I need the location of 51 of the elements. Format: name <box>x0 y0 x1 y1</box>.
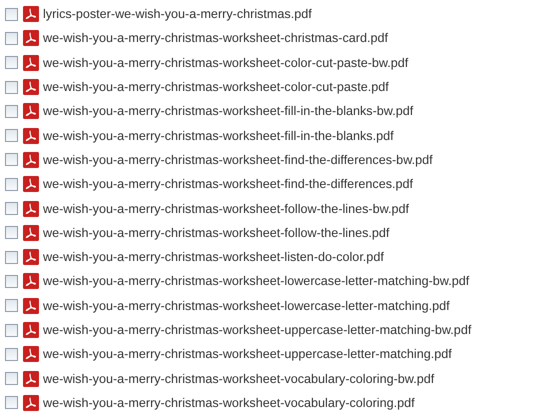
file-name[interactable]: we-wish-you-a-merry-christmas-worksheet-follow-the-lines-bw.pdf <box>43 202 410 216</box>
pdf-file-icon <box>23 176 39 192</box>
file-name[interactable]: we-wish-you-a-merry-christmas-worksheet-fill-in-the-blanks.pdf <box>43 128 394 143</box>
file-name[interactable]: we-wish-you-a-merry-christmas-worksheet-lowercase-letter-matching-bw.pdf <box>43 274 470 288</box>
checkbox[interactable] <box>5 274 18 288</box>
pdf-file-icon <box>23 322 39 338</box>
file-name[interactable]: we-wish-you-a-merry-christmas-worksheet-christmas-card.pdf <box>43 31 388 46</box>
file-name[interactable]: we-wish-you-a-merry-christmas-worksheet-fill-in-the-blanks-bw.pdf <box>43 104 414 118</box>
pdf-file-icon <box>23 103 39 120</box>
file-name[interactable]: we-wish-you-a-merry-christmas-worksheet-vocabulary-coloring.pdf <box>43 396 415 410</box>
pdf-file-icon <box>23 394 39 411</box>
checkbox[interactable] <box>5 80 18 94</box>
pdf-file-icon <box>23 79 39 96</box>
checkbox[interactable] <box>5 8 18 21</box>
checkbox[interactable] <box>5 32 18 45</box>
pdf-file-icon <box>23 30 39 46</box>
file-name[interactable]: we-wish-you-a-merry-christmas-worksheet-color-cut-paste.pdf <box>43 80 389 94</box>
checkbox[interactable] <box>5 348 18 361</box>
pdf-file-icon <box>23 200 39 217</box>
checkbox[interactable] <box>5 202 18 216</box>
checkbox[interactable] <box>5 104 18 118</box>
checkbox[interactable] <box>5 396 18 410</box>
checkbox[interactable] <box>5 56 18 70</box>
pdf-file-icon <box>23 152 39 168</box>
checkbox[interactable] <box>5 129 18 142</box>
file-name[interactable]: we-wish-you-a-merry-christmas-worksheet-lowercase-letter-matching.pdf <box>43 298 450 313</box>
pdf-file-icon <box>23 370 39 387</box>
pdf-file-icon <box>23 273 39 290</box>
pdf-file-icon <box>23 54 39 71</box>
checkbox[interactable] <box>5 178 18 191</box>
pdf-file-icon <box>23 128 39 144</box>
pdf-file-icon <box>23 346 39 362</box>
checkbox[interactable] <box>5 324 18 336</box>
file-name[interactable]: we-wish-you-a-merry-christmas-worksheet-color-cut-paste-bw.pdf <box>43 56 408 70</box>
checkbox[interactable] <box>5 299 18 312</box>
file-name[interactable]: we-wish-you-a-merry-christmas-worksheet-follow-the-lines.pdf <box>43 226 390 240</box>
file-name[interactable]: we-wish-you-a-merry-christmas-worksheet-uppercase-letter-matching-bw.pdf <box>43 323 472 337</box>
pdf-file-icon <box>23 298 39 314</box>
checkbox[interactable] <box>5 153 18 166</box>
checkbox[interactable] <box>5 226 18 240</box>
file-name[interactable]: we-wish-you-a-merry-christmas-worksheet-uppercase-letter-matching.pdf <box>43 347 452 362</box>
pdf-file-icon <box>23 249 39 266</box>
file-name[interactable]: we-wish-you-a-merry-christmas-worksheet-find-the-differences.pdf <box>43 177 413 192</box>
file-name[interactable]: we-wish-you-a-merry-christmas-worksheet-vocabulary-coloring-bw.pdf <box>43 372 434 386</box>
checkbox[interactable] <box>5 250 18 264</box>
file-name[interactable]: we-wish-you-a-merry-christmas-worksheet-listen-do-color.pdf <box>43 250 384 264</box>
file-name[interactable]: we-wish-you-a-merry-christmas-worksheet-find-the-differences-bw.pdf <box>43 152 433 167</box>
checkbox[interactable] <box>5 372 18 386</box>
pdf-file-icon <box>23 6 39 22</box>
pdf-file-icon <box>23 224 39 241</box>
file-name[interactable]: lyrics-poster-we-wish-you-a-merry-christmas.pdf <box>43 7 312 22</box>
